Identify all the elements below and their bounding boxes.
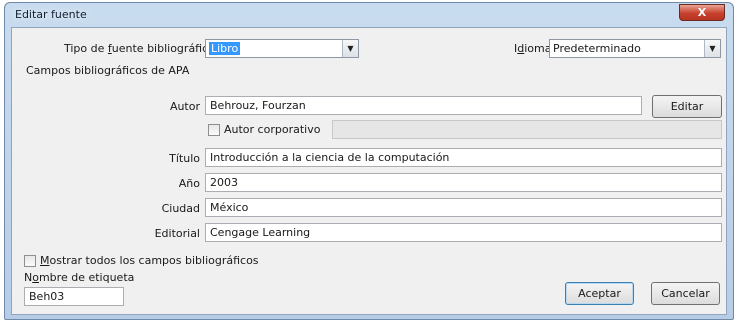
year-label: Año <box>178 177 200 190</box>
accept-button[interactable]: Aceptar <box>565 282 634 305</box>
title-field[interactable]: Introducción a la ciencia de la computac… <box>205 148 722 167</box>
source-type-value: Libro <box>209 42 241 55</box>
show-all-fields-label: Mostrar todos los campos bibliográficos <box>40 254 259 267</box>
tag-name-label: Nombre de etiqueta <box>24 271 135 284</box>
window-title: Editar fuente <box>15 8 87 21</box>
year-field[interactable]: 2003 <box>205 173 722 192</box>
dialog-window: Editar fuente X Tipo de fuente bibliográ… <box>4 2 734 320</box>
chevron-down-icon[interactable]: ▼ <box>342 40 358 57</box>
tag-name-field[interactable]: Beh03 <box>24 287 124 306</box>
close-button[interactable]: X <box>679 4 725 21</box>
edit-button[interactable]: Editar <box>652 95 722 118</box>
title-label: Título <box>169 152 200 165</box>
source-type-label: Tipo de fuente bibliográfica <box>64 42 215 55</box>
city-label: Ciudad <box>161 202 200 215</box>
author-field[interactable]: Behrouz, Fourzan <box>205 96 642 115</box>
source-type-select[interactable]: Libro ▼ <box>205 39 359 58</box>
corporate-author-field[interactable] <box>332 120 722 139</box>
language-value: Predeterminado <box>553 42 641 55</box>
chevron-down-icon[interactable]: ▼ <box>704 40 720 57</box>
corporate-author-checkbox[interactable] <box>208 124 220 136</box>
publisher-field[interactable]: Cengage Learning <box>205 223 722 242</box>
publisher-label: Editorial <box>154 227 200 240</box>
close-icon: X <box>697 6 707 19</box>
city-field[interactable]: México <box>205 198 722 217</box>
author-label: Autor <box>169 100 200 113</box>
cancel-button[interactable]: Cancelar <box>651 282 720 305</box>
dialog-body: Tipo de fuente bibliográfica Libro ▼ Idi… <box>11 27 727 315</box>
language-select[interactable]: Predeterminado ▼ <box>549 39 721 58</box>
section-title: Campos bibliográficos de APA <box>26 64 190 77</box>
corporate-author-label: Autor corporativo <box>224 123 321 136</box>
language-label: Idioma <box>514 42 552 55</box>
title-bar[interactable]: Editar fuente X <box>5 3 733 27</box>
show-all-fields-checkbox[interactable] <box>24 255 36 267</box>
